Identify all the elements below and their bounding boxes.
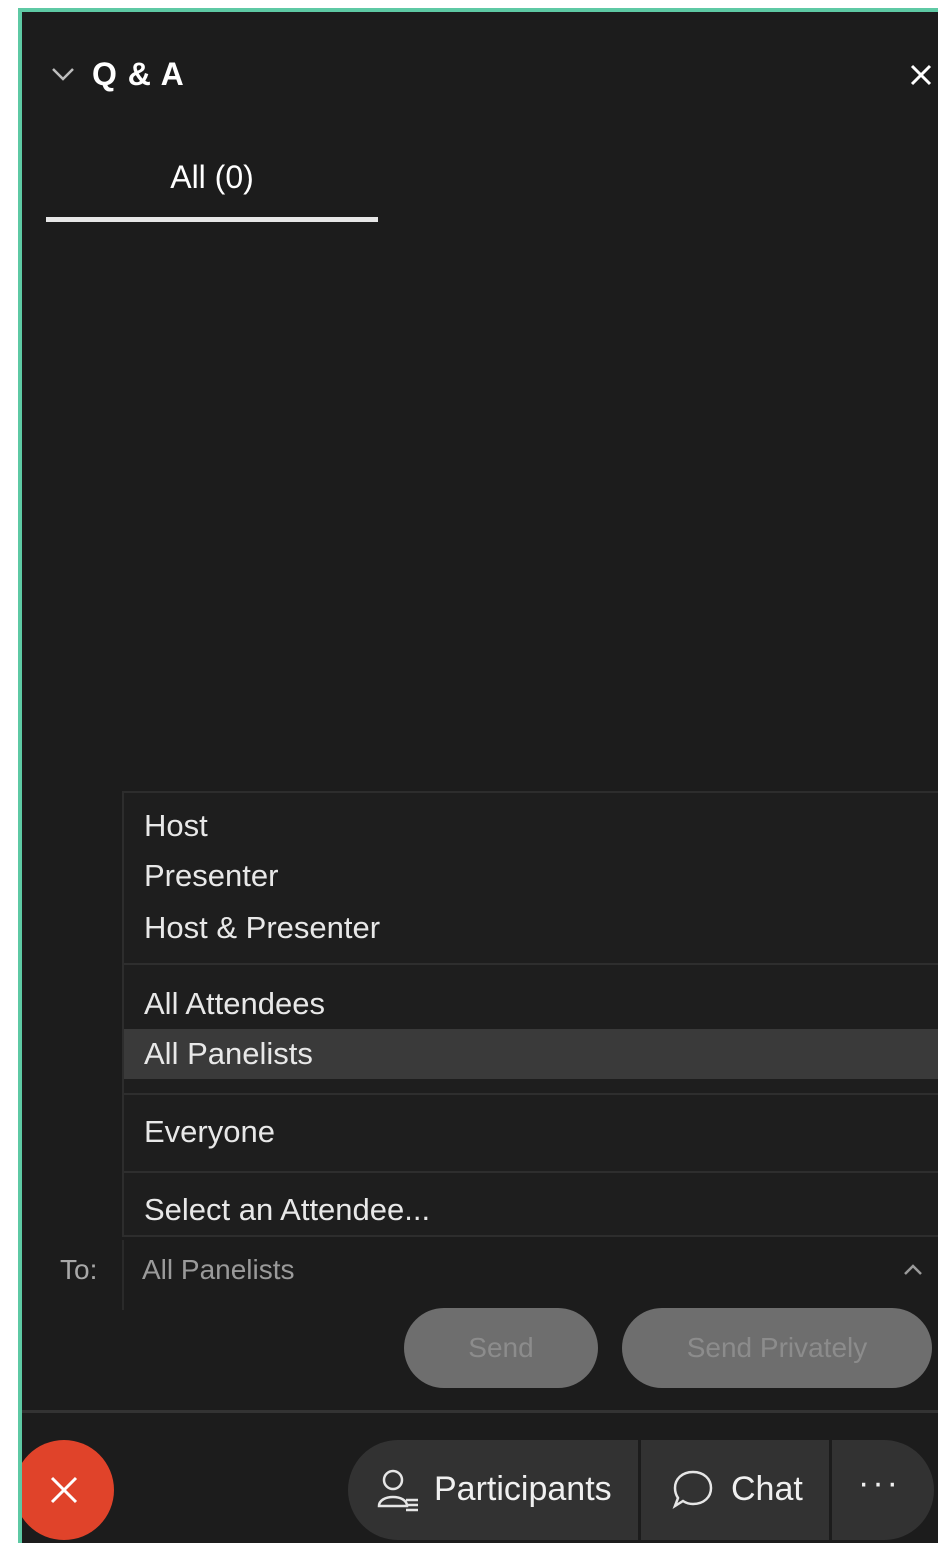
- chat-bubble-icon: [672, 1470, 713, 1510]
- divider: [22, 1410, 938, 1413]
- qa-panel-window: Q & A All (0) Host Presenter Host & Pres…: [18, 8, 938, 1543]
- chevron-up-icon: [904, 1264, 922, 1275]
- menu-item-all-attendees[interactable]: All Attendees: [124, 979, 938, 1029]
- recipient-select-value: All Panelists: [142, 1254, 295, 1285]
- menu-item-presenter[interactable]: Presenter: [124, 851, 938, 901]
- send-privately-button[interactable]: Send Privately: [622, 1308, 932, 1388]
- menu-divider: [124, 1171, 938, 1173]
- menu-divider: [124, 1093, 938, 1095]
- participants-button[interactable]: Participants: [348, 1440, 638, 1540]
- recipient-dropdown-menu: Host Presenter Host & Presenter All Atte…: [122, 791, 938, 1237]
- panel-header: Q & A: [22, 12, 938, 152]
- leave-button[interactable]: [22, 1440, 114, 1540]
- person-list-icon: [377, 1469, 418, 1512]
- close-icon[interactable]: [908, 62, 934, 88]
- participants-label: Participants: [434, 1470, 612, 1508]
- chevron-down-icon[interactable]: [50, 64, 76, 84]
- more-button[interactable]: ···: [832, 1440, 934, 1540]
- meeting-control-bar: Participants Chat ···: [348, 1440, 934, 1540]
- qa-list-area: [22, 228, 938, 788]
- close-icon: [50, 1476, 78, 1504]
- tab-all[interactable]: All (0): [46, 152, 378, 222]
- menu-item-select-attendee[interactable]: Select an Attendee...: [124, 1185, 938, 1235]
- menu-item-host[interactable]: Host: [124, 801, 938, 851]
- tab-active-indicator: [46, 217, 378, 222]
- send-button[interactable]: Send: [404, 1308, 598, 1388]
- panel-title: Q & A: [92, 56, 185, 92]
- recipient-row: To: All Panelists: [22, 1240, 938, 1310]
- tab-all-label: All (0): [170, 159, 254, 195]
- to-label: To:: [60, 1254, 98, 1285]
- recipient-select[interactable]: All Panelists: [122, 1240, 938, 1310]
- menu-item-all-panelists[interactable]: All Panelists: [124, 1029, 938, 1079]
- chat-label: Chat: [731, 1470, 803, 1508]
- menu-item-everyone[interactable]: Everyone: [124, 1107, 938, 1157]
- menu-divider: [124, 963, 938, 965]
- menu-item-host-and-presenter[interactable]: Host & Presenter: [124, 903, 938, 953]
- chat-button[interactable]: Chat: [641, 1440, 829, 1540]
- more-icon: ···: [858, 1464, 901, 1502]
